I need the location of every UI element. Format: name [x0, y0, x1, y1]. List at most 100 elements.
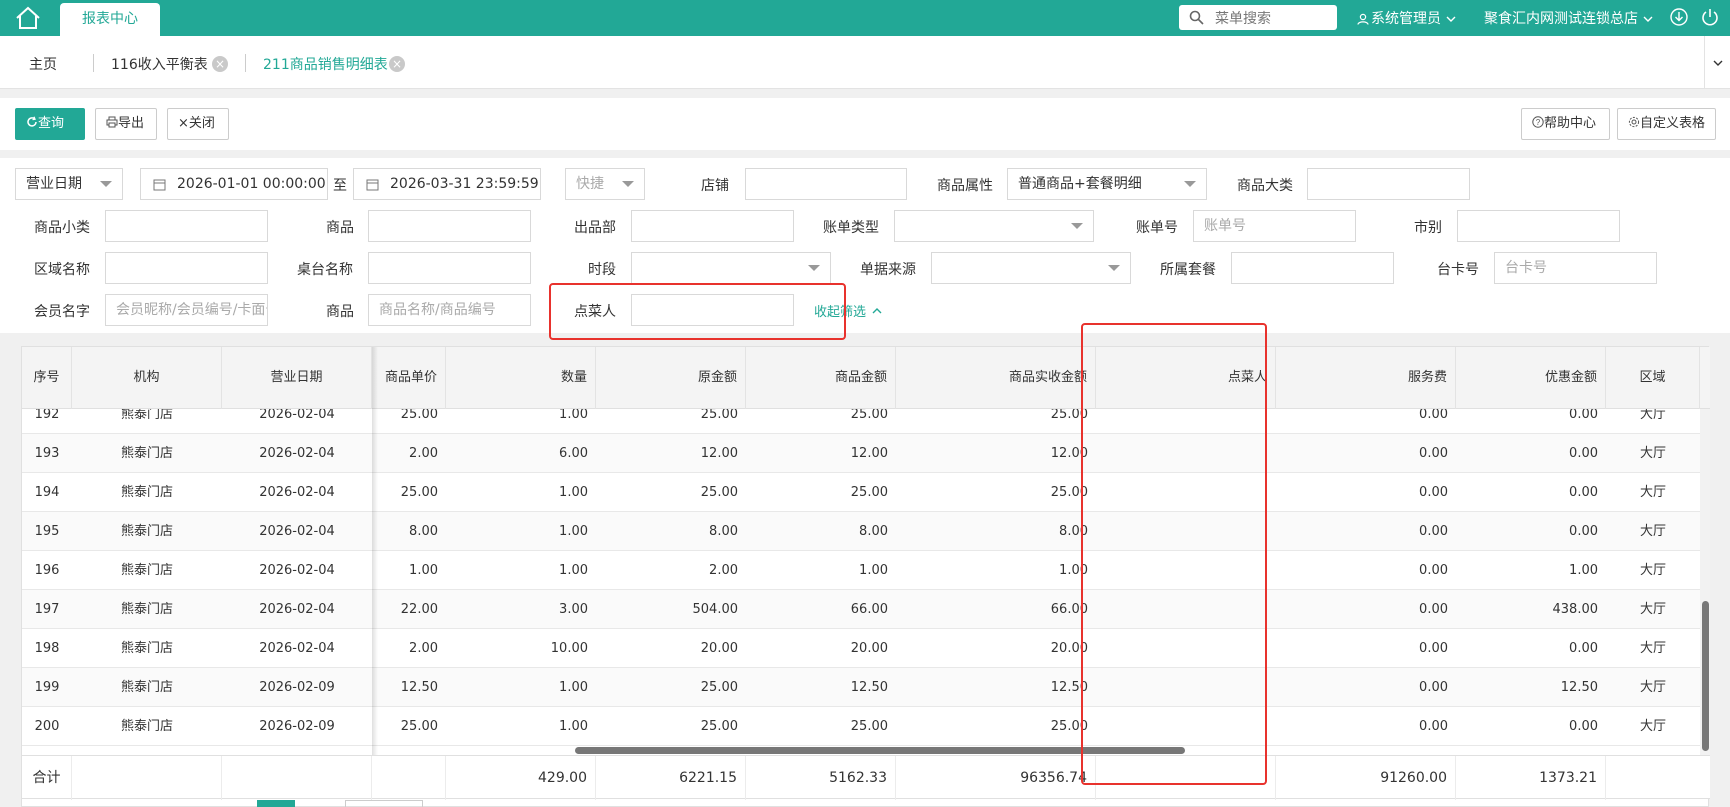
collapse-filter-link[interactable]: 收起筛选: [814, 301, 883, 320]
source-select[interactable]: [931, 252, 1131, 284]
tab-goods-sales-detail[interactable]: 211商品销售明细表: [263, 54, 388, 74]
cell-service-fee: 0.00: [1419, 641, 1448, 656]
start-date-input[interactable]: 2026-01-01 00:00:00: [140, 168, 328, 200]
cell-qty: 1.00: [559, 524, 588, 539]
export-button[interactable]: 导出: [95, 108, 157, 140]
close-icon: ×: [178, 116, 189, 131]
date-type-select[interactable]: 营业日期: [15, 168, 123, 200]
fixed-column-shadow: [372, 347, 378, 755]
market-input[interactable]: [1457, 210, 1620, 242]
download-icon[interactable]: [1669, 7, 1689, 27]
goods-attr-select[interactable]: 普通商品+套餐明细: [1007, 168, 1207, 200]
tab-income-balance[interactable]: 116收入平衡表: [111, 54, 208, 74]
bill-no-input[interactable]: 账单号: [1193, 210, 1356, 242]
cell-qty: 3.00: [559, 602, 588, 617]
card-no-input[interactable]: 台卡号: [1494, 252, 1657, 284]
user-menu[interactable]: 系统管理员: [1357, 8, 1457, 28]
big-category-label: 商品大类: [1237, 178, 1293, 194]
small-category-input[interactable]: [105, 210, 268, 242]
cell-seq: 195: [34, 524, 60, 539]
small-category-label: 商品小类: [34, 220, 90, 236]
cell-orderer: [1096, 668, 1276, 707]
package-input[interactable]: [1231, 252, 1394, 284]
area-input[interactable]: [105, 252, 268, 284]
close-button[interactable]: ×关闭: [167, 108, 229, 140]
goods-search-input[interactable]: 商品名称/商品编号: [368, 294, 531, 326]
tab-more-button[interactable]: [1704, 36, 1730, 89]
cell-goods-amount: 20.00: [850, 641, 888, 656]
col-goods-amount[interactable]: 商品金额: [746, 347, 896, 409]
menu-search-input[interactable]: 菜单搜索: [1179, 5, 1337, 30]
bill-type-select[interactable]: [894, 210, 1094, 242]
table-row[interactable]: 194 熊泰门店 2026-02-04 25.00 1.00 25.00 25.00 25.0…: [22, 473, 1700, 512]
cell-paid-amount: 8.00: [1059, 524, 1088, 539]
period-select[interactable]: [631, 252, 831, 284]
cell-qty: 1.00: [559, 680, 588, 695]
cell-area: 大厅: [1639, 485, 1666, 500]
goods-input[interactable]: [368, 210, 531, 242]
col-org[interactable]: 机构: [72, 347, 222, 409]
col-paid-amount[interactable]: 商品实收金额: [896, 347, 1096, 409]
custom-table-button[interactable]: 自定义表格: [1617, 108, 1716, 140]
col-business-date[interactable]: 营业日期: [222, 347, 372, 409]
col-service-fee[interactable]: 服务费: [1276, 347, 1456, 409]
col-seq[interactable]: 序号: [22, 347, 72, 409]
top-tab-report-center[interactable]: 报表中心: [60, 3, 160, 36]
goods-attr-label: 商品属性: [937, 178, 993, 194]
tab-home[interactable]: 主页: [29, 54, 57, 74]
table-row[interactable]: 196 熊泰门店 2026-02-04 1.00 1.00 2.00 1.00 1.00 0.0…: [22, 551, 1700, 590]
tab-divider: [245, 54, 246, 72]
query-button[interactable]: 查询: [15, 108, 85, 140]
cell-discount: 0.00: [1569, 719, 1598, 734]
close-icon[interactable]: ×: [389, 56, 405, 72]
cell-area: 大厅: [1639, 680, 1666, 695]
filter-panel: 营业日期 2026-01-01 00:00:00 至 2026-03-31 23…: [0, 158, 1730, 333]
table-row[interactable]: 192 熊泰门店 2026-02-04 25.00 1.00 25.00 25.00 25.0…: [22, 409, 1700, 434]
col-orig-amount[interactable]: 原金额: [596, 347, 746, 409]
col-unit-price[interactable]: 商品单价: [372, 347, 446, 409]
table-row[interactable]: 195 熊泰门店 2026-02-04 8.00 1.00 8.00 8.00 8.00 0.0…: [22, 512, 1700, 551]
pager-size-select[interactable]: [345, 800, 423, 807]
chevron-down-icon: [622, 181, 634, 187]
table-name-label: 桌台名称: [297, 262, 353, 278]
home-icon[interactable]: [14, 6, 42, 30]
cell-service-fee: 0.00: [1419, 719, 1448, 734]
col-area[interactable]: 区域: [1606, 347, 1700, 409]
end-date-input[interactable]: 2026-03-31 23:59:59: [353, 168, 541, 200]
printer-icon: [106, 116, 118, 128]
col-discount[interactable]: 优惠金额: [1456, 347, 1606, 409]
calendar-icon: [153, 179, 166, 191]
power-icon[interactable]: [1700, 7, 1720, 27]
cell-seq: 200: [34, 719, 60, 734]
quick-select[interactable]: 快捷: [565, 168, 645, 200]
table-name-input[interactable]: [368, 252, 531, 284]
cell-goods-amount: 25.00: [850, 409, 888, 422]
col-qty[interactable]: 数量: [446, 347, 596, 409]
help-center-button[interactable]: ? 帮助中心: [1521, 108, 1610, 140]
table-row[interactable]: 193 熊泰门店 2026-02-04 2.00 6.00 12.00 12.00 12.00…: [22, 434, 1700, 473]
table-row[interactable]: 199 熊泰门店 2026-02-09 12.50 1.00 25.00 12.50 12.5…: [22, 668, 1700, 707]
pager-current-page[interactable]: [257, 800, 295, 807]
store-input[interactable]: [745, 168, 907, 200]
dept-input[interactable]: [631, 210, 794, 242]
orderer-input[interactable]: [631, 294, 794, 326]
period-label: 时段: [588, 262, 616, 278]
col-orderer[interactable]: 点菜人: [1096, 347, 1276, 409]
svg-text:?: ?: [1536, 118, 1541, 127]
table-row[interactable]: 197 熊泰门店 2026-02-04 22.00 3.00 504.00 66.00 66.…: [22, 590, 1700, 629]
cell-unit-price: 12.50: [400, 680, 438, 695]
org-menu[interactable]: 聚食汇内网测试连锁总店: [1484, 8, 1654, 28]
table-row[interactable]: 200 熊泰门店 2026-02-09 25.00 1.00 25.00 25.00 25.0…: [22, 707, 1700, 746]
horizontal-scrollbar[interactable]: [575, 747, 1185, 754]
table-row[interactable]: 198 熊泰门店 2026-02-04 2.00 10.00 20.00 20.00 20.0…: [22, 629, 1700, 668]
big-category-input[interactable]: [1307, 168, 1470, 200]
bill-no-label: 账单号: [1136, 220, 1178, 236]
refresh-icon: [27, 116, 37, 127]
chevron-down-icon: [1071, 223, 1083, 229]
cell-goods-amount: 25.00: [850, 719, 888, 734]
date-range-to: 至: [333, 178, 347, 194]
member-input[interactable]: 会员昵称/会员编号/卡面号: [105, 294, 268, 326]
close-icon[interactable]: ×: [212, 56, 228, 72]
cell-service-fee: 0.00: [1419, 524, 1448, 539]
vertical-scrollbar[interactable]: [1702, 601, 1709, 751]
